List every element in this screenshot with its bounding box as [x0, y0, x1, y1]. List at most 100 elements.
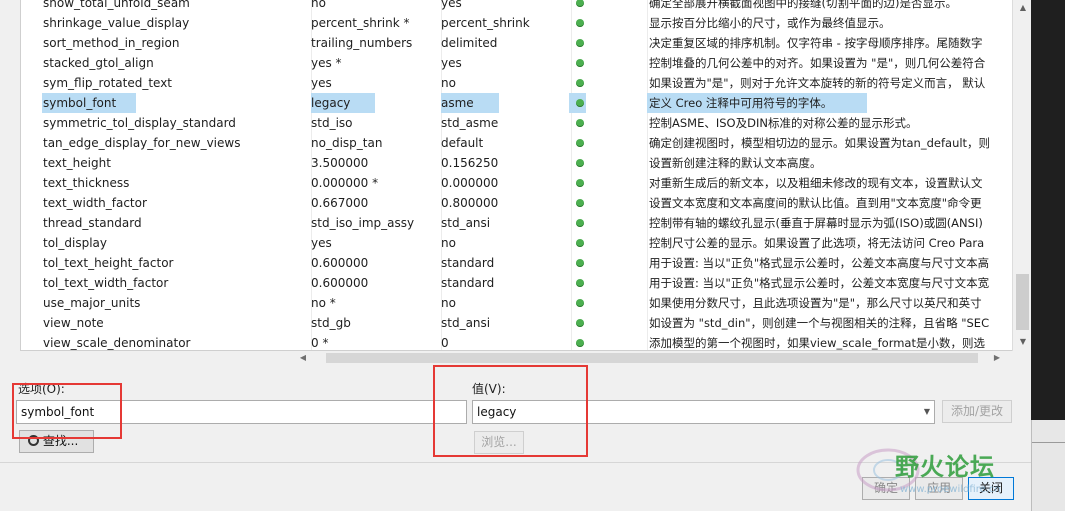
status-dot-cell — [574, 213, 588, 233]
scroll-up-arrow-icon[interactable]: ▲ — [1013, 0, 1033, 16]
table-row[interactable]: sym_flip_rotated_text yes no 如果设置为"是"，则对于允许… — [21, 73, 1012, 93]
option-name-cell: text_height — [43, 156, 111, 170]
option-value-cell: std_iso — [311, 116, 353, 130]
annotation-box-option — [12, 383, 122, 439]
option-description-cell: 确定创建视图时，模型相切边的显示。如果设置为tan_default，则 — [649, 136, 991, 150]
status-dot-icon — [576, 279, 584, 287]
table-row[interactable]: shrinkage_value_display percent_shrink * p… — [21, 13, 1012, 33]
table-row[interactable]: tan_edge_display_for_new_views no_disp_ta… — [21, 133, 1012, 153]
hscroll-name-column[interactable] — [20, 351, 310, 365]
table-row[interactable]: view_scale_denominator 0 * 0 添加模型的第一个视图时，如果… — [21, 333, 1012, 350]
status-dot-icon — [576, 79, 584, 87]
option-value-cell: 0 * — [311, 336, 329, 350]
option-name-cell: symbol_font — [43, 96, 117, 110]
status-dot-cell — [574, 0, 588, 13]
option-value-cell: yes — [311, 76, 332, 90]
option-name-cell: tol_text_height_factor — [43, 256, 174, 270]
add-change-button[interactable]: 添加/更改 — [942, 400, 1012, 423]
status-dot-cell — [574, 273, 588, 293]
table-row[interactable]: sort_method_in_region trailing_numbers del… — [21, 33, 1012, 53]
option-default-cell: std_ansi — [441, 316, 491, 330]
table-row[interactable]: thread_standard std_iso_imp_assy std_ansi 控… — [21, 213, 1012, 233]
table-row[interactable]: text_height 3.500000 0.156250 设置新创建注释的默认文本高… — [21, 153, 1012, 173]
table-row[interactable]: view_note std_gb std_ansi 如设置为 "std_din"，则创… — [21, 313, 1012, 333]
option-value-cell: 0.600000 — [311, 256, 369, 270]
status-dot-icon — [576, 199, 584, 207]
option-default-cell: 0.000000 — [441, 176, 499, 190]
option-description-cell: 设置文本宽度和文本高度间的默认比值。直到用"文本宽度"命令更 — [649, 196, 982, 210]
option-value-cell: trailing_numbers — [311, 36, 413, 50]
option-default-cell: delimited — [441, 36, 498, 50]
table-row[interactable]: tol_display yes no 控制尺寸公差的显示。如果设置了此选项，将无法访问… — [21, 233, 1012, 253]
table-row[interactable]: text_thickness 0.000000 * 0.000000 对重新生成后的新… — [21, 173, 1012, 193]
option-value-cell: legacy — [311, 96, 351, 110]
scroll-thumb[interactable] — [1016, 274, 1029, 330]
option-description-cell: 确定全部展开横截面视图中的接缝(切割平面的边)是否显示。 — [649, 0, 957, 10]
option-description-cell: 用于设置: 当以"正负"格式显示公差时，公差文本宽度与尺寸文本宽 — [649, 276, 990, 290]
table-row[interactable]: tol_text_height_factor 0.600000 standard 用于… — [21, 253, 1012, 273]
option-description-cell: 控制堆叠的几何公差中的对齐。如果设置为 "是"，则几何公差符合 — [649, 56, 986, 70]
option-name-cell: stacked_gtol_align — [43, 56, 154, 70]
status-dot-cell — [574, 313, 588, 333]
option-default-cell: standard — [441, 256, 495, 270]
option-value-cell: yes — [311, 236, 332, 250]
status-dot-cell — [574, 153, 588, 173]
status-dot-cell — [574, 333, 588, 350]
option-name-cell: view_note — [43, 316, 104, 330]
option-description-cell: 显示按百分比缩小的尺寸，或作为最终值显示。 — [649, 16, 891, 30]
status-dot-icon — [576, 259, 584, 267]
vertical-scrollbar[interactable]: ▲ ▼ — [1012, 0, 1032, 351]
option-name-cell: use_major_units — [43, 296, 141, 310]
option-description-cell: 控制尺寸公差的显示。如果设置了此选项，将无法访问 Creo Para — [649, 236, 985, 250]
option-default-cell: standard — [441, 276, 495, 290]
status-dot-cell — [574, 113, 588, 133]
table-row[interactable]: stacked_gtol_align yes * yes 控制堆叠的几何公差中的对齐。… — [21, 53, 1012, 73]
status-dot-cell — [574, 33, 588, 53]
option-description-cell: 定义 Creo 注释中可用符号的字体。 — [649, 96, 833, 110]
value-dropdown-arrow-icon[interactable]: ▼ — [920, 400, 935, 424]
option-value-cell: no — [311, 0, 326, 10]
option-name-cell: sym_flip_rotated_text — [43, 76, 173, 90]
table-row[interactable]: text_width_factor 0.667000 0.800000 设置文本宽度和… — [21, 193, 1012, 213]
option-name-cell: text_width_factor — [43, 196, 147, 210]
background-window-panel — [1031, 420, 1065, 511]
watermark-text: 野火论坛 — [895, 453, 995, 481]
scroll-right-arrow-icon[interactable]: ▶ — [990, 351, 1004, 365]
option-default-cell: 0.156250 — [441, 156, 499, 170]
option-description-cell: 如果设置为"是"，则对于允许文本旋转的新的符号定义而言， 默认 — [649, 76, 986, 90]
option-name-cell: show_total_unfold_seam — [43, 0, 190, 10]
table-row[interactable]: symmetric_tol_display_standard std_iso std… — [21, 113, 1012, 133]
status-dot-cell — [574, 93, 588, 113]
option-default-cell: no — [441, 296, 456, 310]
status-dot-icon — [576, 139, 584, 147]
option-description-cell: 如果使用分数尺寸，且此选项设置为"是"，那么尺寸以英尺和英寸 — [649, 296, 982, 310]
option-default-cell: std_asme — [441, 116, 499, 130]
option-default-cell: no — [441, 76, 456, 90]
option-default-cell: default — [441, 136, 484, 150]
option-value-cell: 3.500000 — [311, 156, 369, 170]
hscroll-thumb[interactable] — [326, 353, 978, 363]
option-name-cell: thread_standard — [43, 216, 142, 230]
status-dot-cell — [574, 233, 588, 253]
annotation-box-value — [433, 365, 588, 457]
status-dot-icon — [576, 219, 584, 227]
option-description-cell: 用于设置: 当以"正负"格式显示公差时，公差文本高度与尺寸文本高 — [649, 256, 990, 270]
scroll-down-arrow-icon[interactable]: ▼ — [1013, 334, 1033, 350]
option-default-cell: 0.800000 — [441, 196, 499, 210]
status-dot-cell — [574, 73, 588, 93]
table-row-selected[interactable]: symbol_font legacy asme 定义 Creo 注释中可用符号的字体。 — [21, 93, 1012, 113]
table-row[interactable]: use_major_units no * no 如果使用分数尺寸，且此选项设置为"是"… — [21, 293, 1012, 313]
status-dot-icon — [576, 119, 584, 127]
option-default-cell: asme — [441, 96, 474, 110]
hscroll-desc-column[interactable]: ◀ ▶ — [296, 351, 1012, 365]
scroll-left-arrow-icon[interactable]: ◀ — [296, 351, 310, 365]
status-dot-icon — [576, 299, 584, 307]
option-name-cell: view_scale_denominator — [43, 336, 191, 350]
status-dot-icon — [576, 0, 584, 7]
option-name-cell: sort_method_in_region — [43, 36, 180, 50]
table-row[interactable]: show_total_unfold_seam no yes 确定全部展开横截面视图中的… — [21, 0, 1012, 13]
option-name-cell: symmetric_tol_display_standard — [43, 116, 236, 130]
status-dot-cell — [574, 53, 588, 73]
status-dot-icon — [576, 319, 584, 327]
table-row[interactable]: tol_text_width_factor 0.600000 standard 用于设… — [21, 273, 1012, 293]
